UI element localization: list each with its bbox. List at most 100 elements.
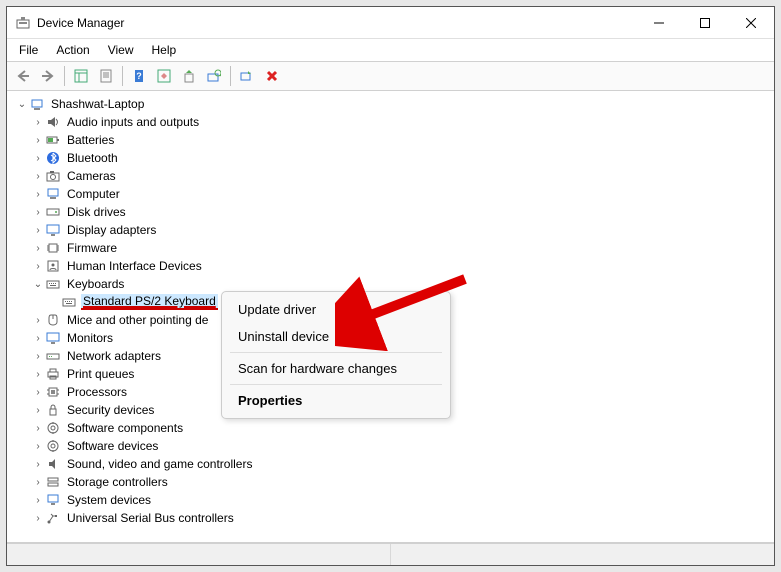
properties-button[interactable] — [94, 64, 118, 88]
status-bar — [7, 543, 774, 565]
tree-category-row[interactable]: › Storage controllers — [31, 473, 772, 491]
tree-label[interactable]: Universal Serial Bus controllers — [65, 511, 236, 525]
scan-hardware-button[interactable] — [202, 64, 226, 88]
tree-label[interactable]: Bluetooth — [65, 151, 120, 165]
tree-category-row[interactable]: › Cameras — [31, 167, 772, 185]
tree-label[interactable]: Keyboards — [65, 277, 126, 291]
device-icon — [45, 456, 61, 472]
close-button[interactable] — [728, 7, 774, 38]
action-button[interactable] — [152, 64, 176, 88]
back-button[interactable] — [11, 64, 35, 88]
context-menu: Update driver Uninstall device Scan for … — [221, 291, 451, 419]
tree-label[interactable]: Monitors — [65, 331, 115, 345]
expand-icon[interactable]: › — [31, 423, 45, 434]
tree-label[interactable]: Human Interface Devices — [65, 259, 204, 273]
tree-label[interactable]: Storage controllers — [65, 475, 170, 489]
enable-device-button[interactable] — [235, 64, 259, 88]
menu-view[interactable]: View — [100, 41, 142, 59]
forward-button[interactable] — [36, 64, 60, 88]
device-icon — [45, 222, 61, 238]
menu-file[interactable]: File — [11, 41, 46, 59]
expand-icon[interactable]: › — [31, 459, 45, 470]
tree-category-row[interactable]: › Software devices — [31, 437, 772, 455]
menu-action[interactable]: Action — [48, 41, 97, 59]
expand-icon[interactable]: › — [31, 189, 45, 200]
expand-icon[interactable]: › — [31, 369, 45, 380]
tree-label[interactable]: Security devices — [65, 403, 156, 417]
device-icon — [61, 294, 77, 310]
minimize-button[interactable] — [636, 7, 682, 38]
expand-icon[interactable]: › — [31, 387, 45, 398]
device-icon — [45, 420, 61, 436]
device-tree[interactable]: ⌄ Shashwat-Laptop › Audio inputs and out… — [7, 91, 774, 543]
tree-root-node[interactable]: ⌄ Shashwat-Laptop — [15, 95, 772, 113]
tree-label[interactable]: Disk drives — [65, 205, 128, 219]
menu-help[interactable]: Help — [144, 41, 185, 59]
tree-label[interactable]: Print queues — [65, 367, 136, 381]
tree-label[interactable]: Network adapters — [65, 349, 163, 363]
tree-label[interactable]: Software components — [65, 421, 185, 435]
expand-icon[interactable]: › — [31, 261, 45, 272]
expand-icon[interactable]: › — [31, 315, 45, 326]
update-driver-button[interactable] — [177, 64, 201, 88]
context-uninstall-device[interactable]: Uninstall device — [222, 323, 450, 350]
tree-category-row[interactable]: › Firmware — [31, 239, 772, 257]
context-scan-hardware[interactable]: Scan for hardware changes — [222, 355, 450, 382]
maximize-button[interactable] — [682, 7, 728, 38]
tree-category-row[interactable]: › Disk drives — [31, 203, 772, 221]
expand-icon[interactable]: › — [31, 495, 45, 506]
expand-icon[interactable]: › — [31, 243, 45, 254]
expand-icon[interactable]: › — [31, 153, 45, 164]
tree-category-row[interactable]: › Software components — [31, 419, 772, 437]
tree-label[interactable]: Standard PS/2 Keyboard — [81, 294, 218, 310]
tree-category-row[interactable]: › Sound, video and game controllers — [31, 455, 772, 473]
app-icon — [15, 15, 31, 31]
expand-icon[interactable]: › — [31, 441, 45, 452]
tree-label[interactable]: Processors — [65, 385, 129, 399]
tree-label[interactable]: Software devices — [65, 439, 160, 453]
expand-icon[interactable]: › — [31, 207, 45, 218]
device-icon — [45, 132, 61, 148]
tree-category-row[interactable]: › Batteries — [31, 131, 772, 149]
expand-icon[interactable]: › — [31, 477, 45, 488]
tree-label[interactable]: Mice and other pointing de — [65, 313, 210, 327]
device-icon — [45, 474, 61, 490]
expand-icon[interactable]: › — [31, 225, 45, 236]
show-hide-console-button[interactable] — [69, 64, 93, 88]
help-button[interactable]: ? — [127, 64, 151, 88]
tree-category-row[interactable]: › Display adapters — [31, 221, 772, 239]
tree-category-row[interactable]: › Computer — [31, 185, 772, 203]
tree-category-row[interactable]: › Bluetooth — [31, 149, 772, 167]
device-icon — [45, 492, 61, 508]
tree-label[interactable]: Batteries — [65, 133, 116, 147]
expand-icon[interactable]: › — [31, 333, 45, 344]
status-cell — [391, 544, 774, 565]
device-icon — [45, 510, 61, 526]
tree-category-row[interactable]: › Audio inputs and outputs — [31, 113, 772, 131]
device-icon — [45, 276, 61, 292]
tree-category-row[interactable]: › Human Interface Devices — [31, 257, 772, 275]
tree-label[interactable]: Computer — [65, 187, 122, 201]
tree-label[interactable]: Cameras — [65, 169, 118, 183]
root-label[interactable]: Shashwat-Laptop — [49, 97, 146, 111]
uninstall-device-button[interactable] — [260, 64, 284, 88]
tree-label[interactable]: Firmware — [65, 241, 119, 255]
expand-icon[interactable]: › — [31, 513, 45, 524]
context-properties[interactable]: Properties — [222, 387, 450, 414]
expand-icon[interactable]: › — [31, 351, 45, 362]
expand-icon[interactable]: › — [31, 405, 45, 416]
expand-icon[interactable]: › — [31, 117, 45, 128]
tree-label[interactable]: Audio inputs and outputs — [65, 115, 201, 129]
expand-icon[interactable]: › — [31, 171, 45, 182]
collapse-icon[interactable]: ⌄ — [15, 99, 29, 110]
expand-icon[interactable]: ⌄ — [31, 279, 45, 290]
tree-label[interactable]: Sound, video and game controllers — [65, 457, 254, 471]
tree-label[interactable]: Display adapters — [65, 223, 158, 237]
device-icon — [45, 168, 61, 184]
tree-category-row[interactable]: › System devices — [31, 491, 772, 509]
expand-icon[interactable]: › — [31, 135, 45, 146]
tree-category-row[interactable]: › Universal Serial Bus controllers — [31, 509, 772, 527]
context-update-driver[interactable]: Update driver — [222, 296, 450, 323]
tree-label[interactable]: System devices — [65, 493, 153, 507]
title-bar: Device Manager — [7, 7, 774, 39]
